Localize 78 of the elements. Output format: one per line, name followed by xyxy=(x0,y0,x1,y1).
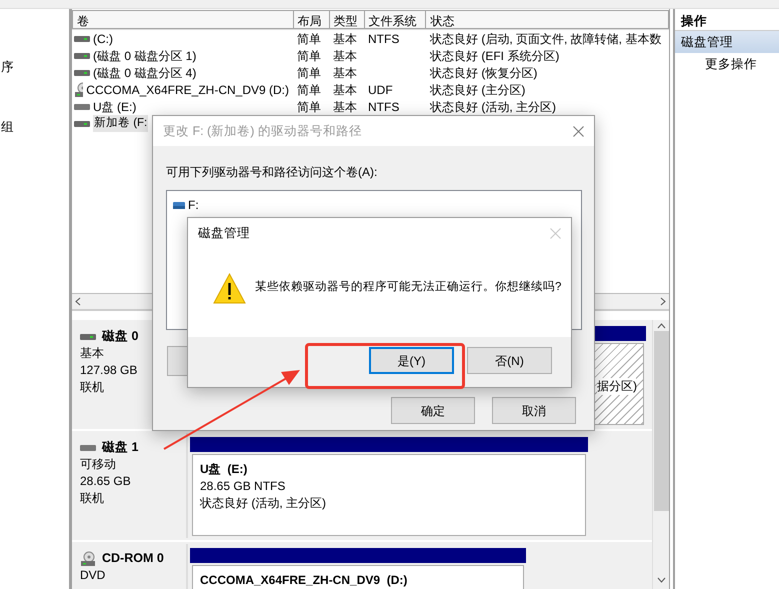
table-cell-text: 简单 xyxy=(296,48,322,64)
column-header[interactable]: 状态 xyxy=(426,10,669,29)
table-cell-text: NTFS xyxy=(367,98,400,116)
disk-name: CD-ROM 0 xyxy=(102,550,164,567)
partition-detail: 状态良好 (活动, 主分区) xyxy=(200,495,327,512)
table-cell-text: UDF xyxy=(367,82,394,98)
vertical-scrollbar[interactable] xyxy=(652,320,669,589)
yes-button[interactable]: 是(Y) xyxy=(369,347,454,374)
disk-detail: DVD xyxy=(80,567,106,584)
drive-icon xyxy=(173,202,185,208)
column-header[interactable]: 文件系统 xyxy=(364,10,426,29)
cd-drive-icon xyxy=(74,82,84,98)
drive-icon xyxy=(80,332,96,340)
disk-name: 磁盘 0 xyxy=(102,328,138,345)
partition-panel[interactable]: CCCOMA_X64FRE_ZH-CN_DV9 (D:) xyxy=(190,563,526,589)
dialog-title: 更改 F: (新加卷) 的驱动器号和路径 xyxy=(163,122,362,140)
drive-icon xyxy=(74,34,90,42)
volume-name[interactable]: (磁盘 0 磁盘分区 4) xyxy=(93,64,196,82)
scroll-left-icon[interactable] xyxy=(75,297,81,306)
drive-icon xyxy=(74,52,90,60)
drive-icon xyxy=(74,68,90,76)
table-cell-text: 基本 xyxy=(332,30,358,48)
scroll-down-icon[interactable] xyxy=(656,577,666,583)
cd-drive-icon xyxy=(80,550,96,566)
disk-detail: 127.98 GB xyxy=(80,362,138,379)
table-cell-text: 简单 xyxy=(296,64,322,82)
table-cell-text: 状态良好 (主分区) xyxy=(429,82,526,98)
table-cell-text: 状态良好 (恢复分区) xyxy=(429,64,538,82)
column-header[interactable]: 卷 xyxy=(72,10,294,29)
tree-item[interactable]: 组 xyxy=(1,117,69,137)
warning-icon xyxy=(213,272,246,304)
volume-name[interactable]: (C:) xyxy=(93,30,113,48)
no-button[interactable]: 否(N) xyxy=(467,347,552,374)
partition-title: CCCOMA_X64FRE_ZH-CN_DV9 (D:) xyxy=(200,572,408,589)
scroll-up-icon[interactable] xyxy=(656,323,666,329)
table-cell-text: 状态良好 (EFI 系统分区) xyxy=(429,48,560,64)
table-cell-text: 简单 xyxy=(296,82,322,98)
partition-panel[interactable]: 据分区) xyxy=(592,341,646,427)
action-item[interactable]: 磁盘管理 xyxy=(675,31,779,53)
partition-title: U盘 (E:) xyxy=(200,461,248,478)
partition-panel[interactable]: U盘 (E:) 28.65 GB NTFS 状态良好 (活动, 主分区) xyxy=(190,452,588,538)
dialog-title: 磁盘管理 xyxy=(198,225,250,242)
table-cell-text: 基本 xyxy=(332,82,358,98)
disk-detail: 可移动 xyxy=(80,456,117,473)
tree-item[interactable]: 序 xyxy=(1,57,69,77)
disk-detail: 联机 xyxy=(80,379,105,396)
disk-name: 磁盘 1 xyxy=(102,439,138,456)
table-cell-text: 基本 xyxy=(332,98,358,116)
disk-detail: 基本 xyxy=(80,345,105,362)
path-item[interactable]: F: xyxy=(188,196,199,214)
table-cell-text: 简单 xyxy=(296,98,322,116)
drive-icon xyxy=(74,102,90,110)
partition-detail: 据分区) xyxy=(597,378,636,395)
column-header[interactable]: 布局 xyxy=(294,10,330,29)
action-item[interactable]: 更多操作 xyxy=(675,53,779,75)
table-cell-text: NTFS xyxy=(367,30,400,48)
partition-bar xyxy=(592,326,646,341)
scroll-thumb[interactable] xyxy=(654,331,668,511)
drive-icon xyxy=(80,444,96,452)
volume-name[interactable]: (磁盘 0 磁盘分区 1) xyxy=(93,46,196,64)
table-cell-text: 状态良好 (启动, 页面文件, 故障转储, 基本数 xyxy=(429,30,662,48)
warning-message: 某些依赖驱动器号的程序可能无法正确运行。你想继续吗? xyxy=(255,279,562,296)
disk-detail: 28.65 GB xyxy=(80,473,132,490)
table-cell-text: 基本 xyxy=(332,64,358,82)
table-cell-text: 状态良好 (活动, 主分区) xyxy=(429,98,557,116)
table-cell-text: 基本 xyxy=(332,48,358,64)
volume-name[interactable]: CCCOMA_X64FRE_ZH-CN_DV9 (D:) xyxy=(86,80,289,98)
volume-name[interactable]: U盘 (E:) xyxy=(93,98,136,116)
scroll-right-icon[interactable] xyxy=(660,297,666,306)
table-cell-text: 简单 xyxy=(296,30,322,48)
disk-detail: 联机 xyxy=(80,490,105,507)
volume-name[interactable]: 新加卷 (F: xyxy=(93,114,148,132)
cancel-button[interactable]: 取消 xyxy=(492,397,576,424)
column-header[interactable]: 类型 xyxy=(330,10,365,29)
field-label: 可用下列驱动器号和路径访问这个卷(A): xyxy=(166,164,378,181)
drive-icon xyxy=(74,120,90,128)
ok-button[interactable]: 确定 xyxy=(391,397,475,424)
partition-detail: 28.65 GB NTFS xyxy=(200,478,286,495)
